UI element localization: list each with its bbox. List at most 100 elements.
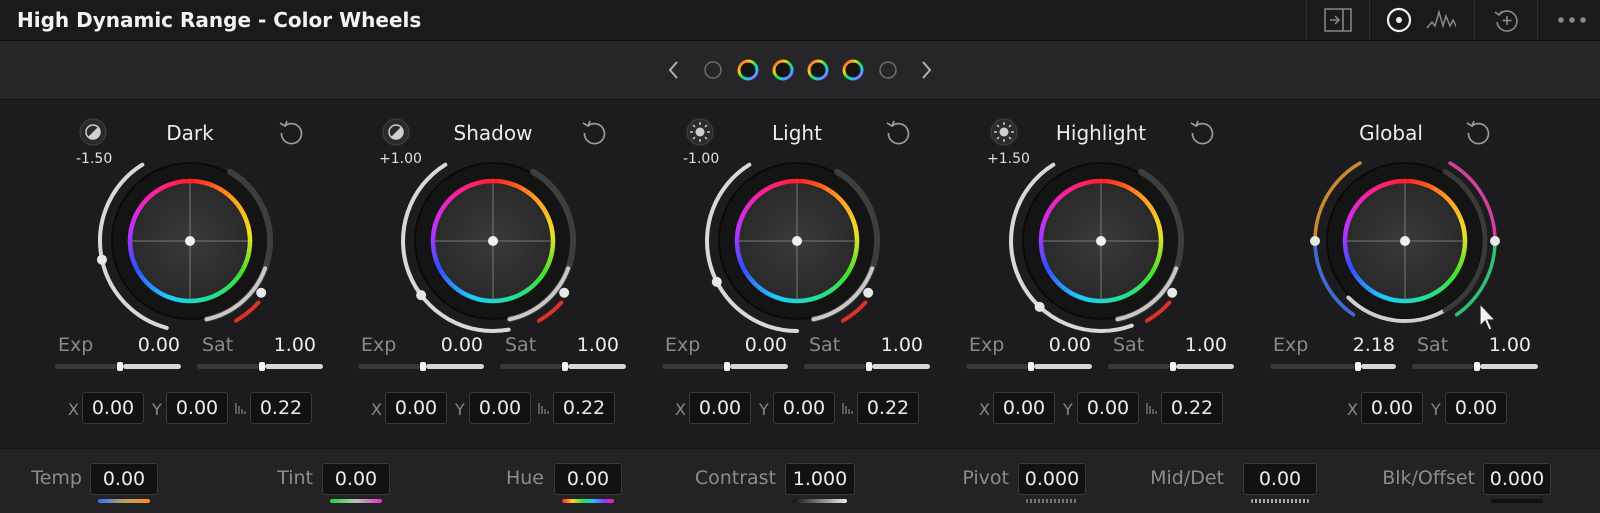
color-wheel-shadow[interactable] — [401, 162, 576, 333]
zone-thumb-right[interactable] — [1167, 287, 1178, 298]
reset-icon — [279, 120, 303, 145]
exp-value-shadow[interactable]: 0.00 — [417, 334, 483, 356]
zone-thumb-left[interactable] — [1034, 301, 1045, 312]
pivot-scale[interactable] — [1026, 499, 1078, 503]
zone-thumb-right[interactable] — [559, 287, 570, 298]
contrast-value[interactable]: 1.000 — [785, 463, 855, 495]
exp-value-dark[interactable]: 0.00 — [114, 334, 180, 356]
sat-slider-highlight[interactable] — [1108, 362, 1234, 371]
wheel-center-puck[interactable] — [1096, 236, 1106, 246]
y-value-dark[interactable]: 0.00 — [166, 392, 228, 424]
temp-value[interactable]: 0.00 — [90, 463, 158, 495]
add-reset-button[interactable] — [1491, 6, 1521, 34]
x-value-global[interactable]: 0.00 — [1361, 392, 1423, 424]
exp-slider-light[interactable] — [662, 362, 788, 371]
falloff-icon — [841, 400, 855, 419]
page-dot-6[interactable] — [879, 61, 897, 79]
reset-global-button[interactable] — [1463, 118, 1493, 148]
color-wheel-highlight[interactable] — [1009, 162, 1184, 333]
global-thumb-left[interactable] — [1310, 236, 1320, 246]
zone-mode-dark-button[interactable] — [78, 117, 108, 147]
hue-value[interactable]: 0.00 — [554, 463, 622, 495]
reset-shadow-button[interactable] — [579, 118, 609, 148]
zone-thumb-left[interactable] — [711, 276, 722, 287]
zone-mode-highlight-button[interactable] — [989, 117, 1019, 147]
contrast-icon — [79, 118, 107, 146]
exp-slider-dark[interactable] — [55, 362, 181, 371]
sat-slider-dark[interactable] — [197, 362, 323, 371]
more-options-button[interactable] — [1556, 6, 1586, 34]
zone-mode-shadow-button[interactable] — [381, 117, 411, 147]
temp-scale[interactable] — [98, 499, 150, 503]
waveform-mode-button[interactable] — [1426, 6, 1456, 34]
exp-value-global[interactable]: 2.18 — [1329, 334, 1395, 356]
hue-scale[interactable] — [562, 499, 614, 503]
prev-page-icon[interactable] — [668, 61, 678, 79]
sat-slider-shadow[interactable] — [500, 362, 626, 371]
exp-slider-highlight[interactable] — [966, 362, 1092, 371]
falloff-value-light[interactable]: 0.22 — [857, 392, 919, 424]
blk-offset-scale[interactable] — [1491, 499, 1543, 503]
contrast-scale[interactable] — [793, 499, 847, 503]
next-page-icon[interactable] — [922, 61, 932, 79]
mid-det-value[interactable]: 0.00 — [1243, 463, 1317, 495]
zone-thumb-right[interactable] — [256, 287, 267, 298]
sat-slider-light[interactable] — [804, 362, 930, 371]
sat-value-highlight[interactable]: 1.00 — [1161, 334, 1227, 356]
page-dot-1[interactable] — [704, 61, 722, 79]
y-value-global[interactable]: 0.00 — [1445, 392, 1507, 424]
sat-value-light[interactable]: 1.00 — [857, 334, 923, 356]
exp-slider-shadow[interactable] — [358, 362, 484, 371]
reset-light-button[interactable] — [883, 118, 913, 148]
exp-value-light[interactable]: 0.00 — [721, 334, 787, 356]
falloff-value-highlight[interactable]: 0.22 — [1161, 392, 1223, 424]
exp-value-highlight[interactable]: 0.00 — [1025, 334, 1091, 356]
global-thumb-right[interactable] — [1490, 236, 1500, 246]
color-wheel-dark[interactable] — [96, 162, 273, 330]
sat-slider-global[interactable] — [1412, 362, 1538, 371]
x-value-light[interactable]: 0.00 — [689, 392, 751, 424]
wheel-center-puck[interactable] — [185, 236, 195, 246]
wheel-center-puck[interactable] — [792, 236, 802, 246]
x-value-dark[interactable]: 0.00 — [82, 392, 144, 424]
mid-det-scale[interactable] — [1251, 499, 1309, 503]
falloff-value-dark[interactable]: 0.22 — [250, 392, 312, 424]
expand-panel-button[interactable] — [1323, 6, 1353, 34]
color-wheel-light[interactable] — [705, 162, 880, 333]
x-value-highlight[interactable]: 0.00 — [993, 392, 1055, 424]
y-value-light[interactable]: 0.00 — [773, 392, 835, 424]
exp-slider-global[interactable] — [1270, 362, 1396, 371]
page-dot-5[interactable] — [842, 59, 864, 81]
zone-thumb-right[interactable] — [863, 287, 874, 298]
zone-value-dark[interactable]: -1.50 — [76, 151, 112, 167]
color-wheel-mode-button[interactable] — [1384, 6, 1414, 34]
zone-value-shadow[interactable]: +1.00 — [379, 151, 422, 167]
tint-scale[interactable] — [330, 499, 382, 503]
tint-value[interactable]: 0.00 — [322, 463, 390, 495]
x-value-shadow[interactable]: 0.00 — [385, 392, 447, 424]
mouse-cursor-icon — [1479, 302, 1497, 331]
sat-value-global[interactable]: 1.00 — [1465, 334, 1531, 356]
zone-thumb-left[interactable] — [416, 290, 427, 301]
sat-value-shadow[interactable]: 1.00 — [553, 334, 619, 356]
more-options-icon — [1558, 17, 1586, 23]
page-dot-4[interactable] — [807, 59, 829, 81]
zone-mode-light-button[interactable] — [685, 117, 715, 147]
y-value-shadow[interactable]: 0.00 — [469, 392, 531, 424]
blk-offset-value[interactable]: 0.000 — [1483, 463, 1551, 495]
add-reset-icon — [1494, 10, 1518, 32]
zone-value-highlight[interactable]: +1.50 — [987, 151, 1030, 167]
reset-dark-button[interactable] — [276, 118, 306, 148]
sat-value-dark[interactable]: 1.00 — [250, 334, 316, 356]
page-dot-2[interactable] — [737, 59, 759, 81]
reset-highlight-button[interactable] — [1187, 118, 1217, 148]
y-value-highlight[interactable]: 0.00 — [1077, 392, 1139, 424]
falloff-value-shadow[interactable]: 0.22 — [553, 392, 615, 424]
zone-thumb-left[interactable] — [96, 254, 107, 265]
zone-value-light[interactable]: -1.00 — [683, 151, 719, 167]
color-wheel-global[interactable] — [1310, 161, 1500, 323]
y-label: Y — [1063, 400, 1073, 419]
wheel-center-puck[interactable] — [1400, 236, 1410, 246]
wheel-center-puck[interactable] — [488, 236, 498, 246]
page-dot-3[interactable] — [772, 59, 794, 81]
